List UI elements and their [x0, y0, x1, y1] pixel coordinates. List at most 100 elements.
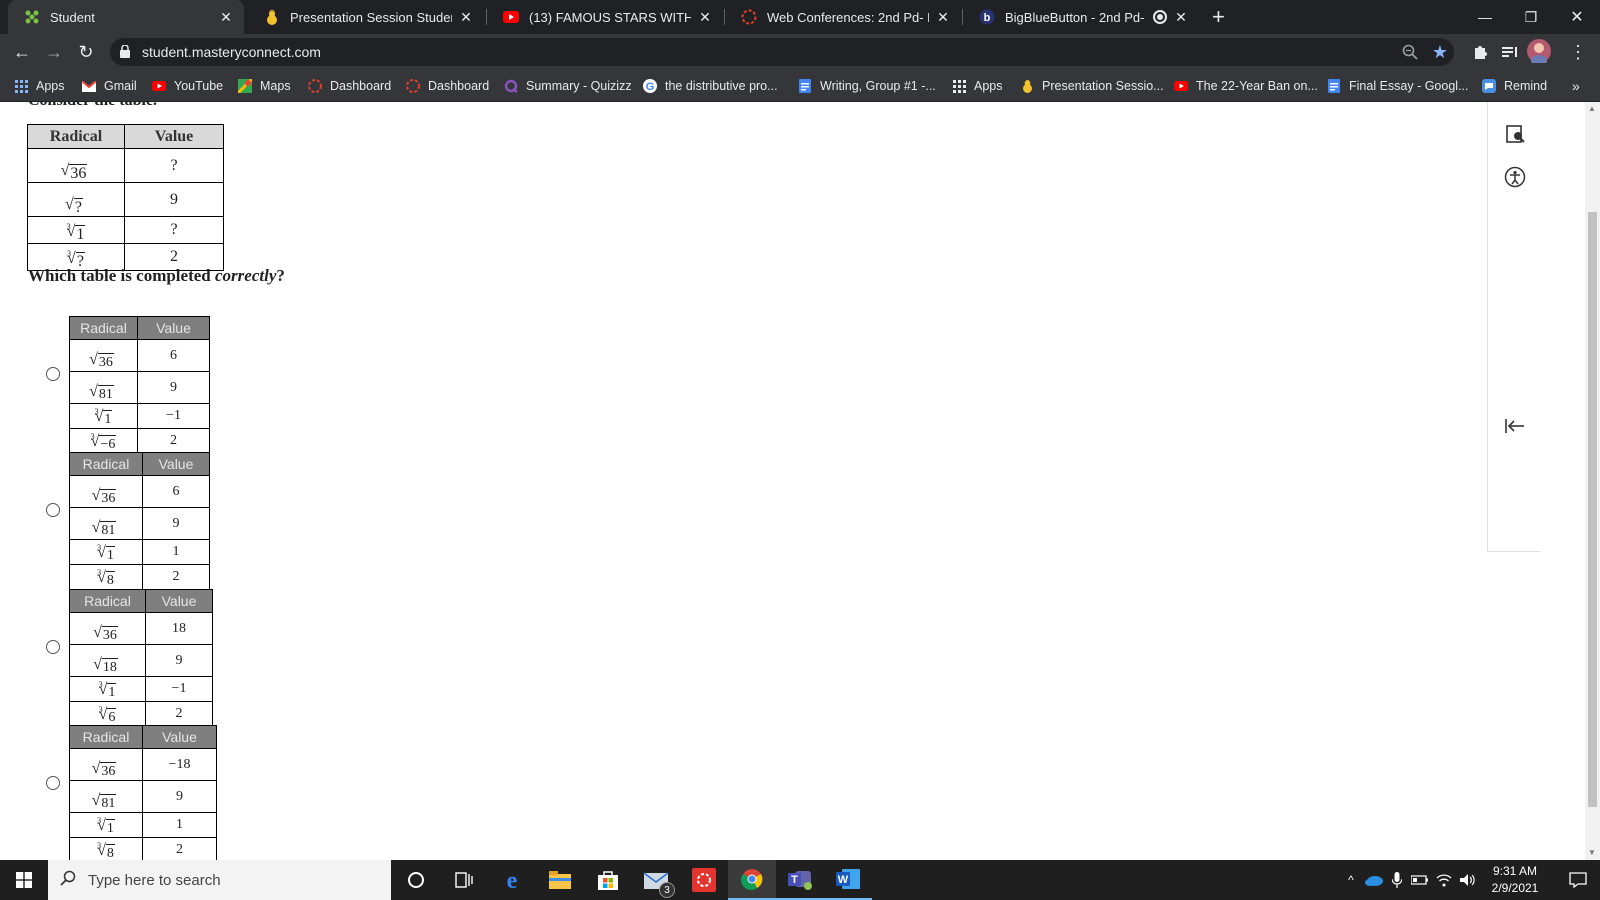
clock-date: 2/9/2021: [1491, 881, 1539, 895]
taskbar-search-input[interactable]: Type here to search: [48, 860, 391, 900]
reading-list-icon[interactable]: [1500, 42, 1520, 62]
magnifier-icon[interactable]: [1503, 122, 1527, 146]
notification-icon[interactable]: [1556, 860, 1600, 900]
cortana-icon[interactable]: [392, 860, 440, 900]
bookmark-label: Summary - Quizizz: [526, 79, 632, 93]
value-cell: 6: [142, 475, 210, 508]
address-bar[interactable]: student.masteryconnect.com: [110, 38, 1454, 66]
bookmark-youtube[interactable]: YouTube: [152, 77, 223, 95]
radicand: −6: [99, 435, 117, 452]
bookmark-label: Final Essay - Googl...: [1349, 79, 1469, 93]
tab-web-conferences[interactable]: Web Conferences: 2nd Pd- Healt ✕: [725, 0, 961, 34]
table-row: √ 36?: [27, 148, 224, 183]
scroll-thumb[interactable]: [1588, 212, 1597, 807]
extensions-icon[interactable]: [1470, 42, 1490, 62]
canvas-icon: [741, 9, 757, 25]
back-button[interactable]: ←: [10, 40, 34, 64]
bookmark-maps[interactable]: Maps: [238, 77, 291, 95]
collapse-panel-icon[interactable]: [1503, 414, 1527, 438]
close-icon[interactable]: ✕: [697, 9, 713, 26]
radical-cell: √ 36: [69, 748, 143, 781]
bookmark-label: Remind: [1504, 79, 1548, 93]
close-icon[interactable]: ✕: [458, 9, 474, 26]
chrome-icon[interactable]: [728, 860, 776, 900]
bookmark-final-essay[interactable]: Final Essay - Googl...: [1327, 77, 1469, 95]
tab-title: BigBlueButton - 2nd Pd- Hea: [1005, 9, 1147, 25]
choice-radio-1[interactable]: [46, 367, 60, 381]
youtube-icon: [1174, 79, 1188, 93]
bookmark-dashboard-2[interactable]: Dashboard: [406, 77, 489, 95]
bookmark-presentation[interactable]: Presentation Sessio...: [1020, 77, 1164, 95]
reload-button[interactable]: ↻: [74, 40, 98, 64]
tab-presentation[interactable]: Presentation Session Student ✕: [248, 0, 484, 34]
file-explorer-icon[interactable]: [536, 860, 584, 900]
microsoft-store-icon[interactable]: [584, 860, 632, 900]
close-icon[interactable]: ✕: [1173, 9, 1189, 26]
tab-student[interactable]: Student ✕: [8, 0, 244, 34]
new-tab-button[interactable]: +: [1212, 4, 1225, 30]
page-scrollbar[interactable]: ▲ ▼: [1585, 102, 1600, 860]
onedrive-icon[interactable]: [1362, 860, 1386, 900]
close-icon[interactable]: ✕: [218, 9, 234, 26]
bookmark-22-year-ban[interactable]: The 22-Year Ban on...: [1174, 77, 1318, 95]
radical-expression: 3 √ 8: [97, 841, 115, 860]
show-hidden-icons-icon[interactable]: ^: [1340, 860, 1362, 900]
minimize-button[interactable]: —: [1462, 0, 1508, 34]
avatar[interactable]: [1527, 39, 1551, 63]
mail-icon[interactable]: 3: [632, 860, 680, 900]
bookmark-quizizz[interactable]: Summary - Quizizz: [504, 77, 632, 95]
wifi-icon[interactable]: [1432, 860, 1456, 900]
scroll-up-arrow[interactable]: ▲: [1588, 104, 1596, 113]
close-icon[interactable]: ✕: [935, 9, 951, 26]
choice-radio-3[interactable]: [46, 640, 60, 654]
radical-expression: 3 √ 1: [97, 543, 115, 564]
radical-cell: √ 36: [27, 148, 125, 183]
tab-title: (13) FAMOUS STARS WITH THEIR: [529, 9, 691, 25]
bookmark-label: Maps: [260, 79, 291, 93]
zoom-icon[interactable]: [1400, 42, 1420, 62]
app-red-icon[interactable]: [680, 860, 728, 900]
bookmark-apps[interactable]: Apps: [14, 77, 65, 95]
teams-icon[interactable]: T: [776, 860, 824, 900]
bookmark-remind[interactable]: Remind: [1482, 77, 1547, 95]
choice-table-4[interactable]: Radical Value √ 36 −18 √ 81 9 3 √ 1 1 3 √ 8 2: [69, 725, 217, 860]
restore-button[interactable]: ❐: [1508, 0, 1554, 34]
microphone-icon[interactable]: [1386, 860, 1408, 900]
word-icon[interactable]: W: [824, 860, 872, 900]
bookmark-writing[interactable]: Writing, Group #1 -...: [798, 77, 936, 95]
bookmark-gmail[interactable]: Gmail: [82, 77, 137, 95]
tab-bigbluebutton[interactable]: b BigBlueButton - 2nd Pd- Hea ✕: [963, 0, 1199, 34]
choice-table-2[interactable]: Radical Value √ 36 6 √ 81 9 3 √ 1 1 3 √ 8 2: [69, 452, 210, 590]
more-menu-icon[interactable]: ⋮: [1568, 42, 1588, 62]
tool-panel: [1487, 102, 1541, 552]
close-window-button[interactable]: ✕: [1554, 0, 1600, 34]
windows-start-button[interactable]: [0, 860, 48, 900]
radicand: 36: [69, 164, 88, 182]
choice-radio-2[interactable]: [46, 503, 60, 517]
bookmark-star-icon[interactable]: ★: [1430, 42, 1450, 62]
given-table: Radical Value √ 36? √? 9 3 √ 1? 3 √? 2: [27, 124, 224, 271]
forward-button[interactable]: →: [42, 40, 66, 64]
choice-radio-4[interactable]: [46, 776, 60, 790]
clock[interactable]: 9:31 AM 2/9/2021: [1479, 863, 1551, 897]
bookmark-distributive[interactable]: Gthe distributive pro...: [643, 77, 778, 95]
battery-icon[interactable]: [1408, 860, 1432, 900]
table-row: 3 √ 8 2: [69, 837, 217, 860]
bookmark-dashboard-1[interactable]: Dashboard: [308, 77, 391, 95]
value-cell: −1: [145, 676, 213, 702]
more-bookmarks-icon[interactable]: »: [1572, 77, 1580, 95]
radicand: 1: [105, 546, 115, 563]
bookmark-apps-2[interactable]: Apps: [952, 77, 1003, 95]
canvas-icon: [406, 79, 420, 93]
tab-youtube[interactable]: (13) FAMOUS STARS WITH THEIR ✕: [487, 0, 723, 34]
volume-icon[interactable]: [1456, 860, 1480, 900]
radical-sign-icon: √: [91, 519, 101, 536]
edge-icon[interactable]: e: [488, 860, 536, 900]
choice-table-3[interactable]: Radical Value √ 36 18 √ 18 9 3 √ 1 −1 3 √ 6 2: [69, 589, 213, 727]
choice-table-1[interactable]: Radical Value √ 36 6 √ 81 9 3 √ 1 −1 3 √ −6 2: [69, 316, 210, 454]
docs-icon: [798, 79, 812, 93]
accessibility-icon[interactable]: [1503, 165, 1527, 189]
radical-cell: √ 36: [69, 339, 138, 372]
scroll-down-arrow[interactable]: ▼: [1588, 848, 1596, 857]
task-view-icon[interactable]: [440, 860, 488, 900]
